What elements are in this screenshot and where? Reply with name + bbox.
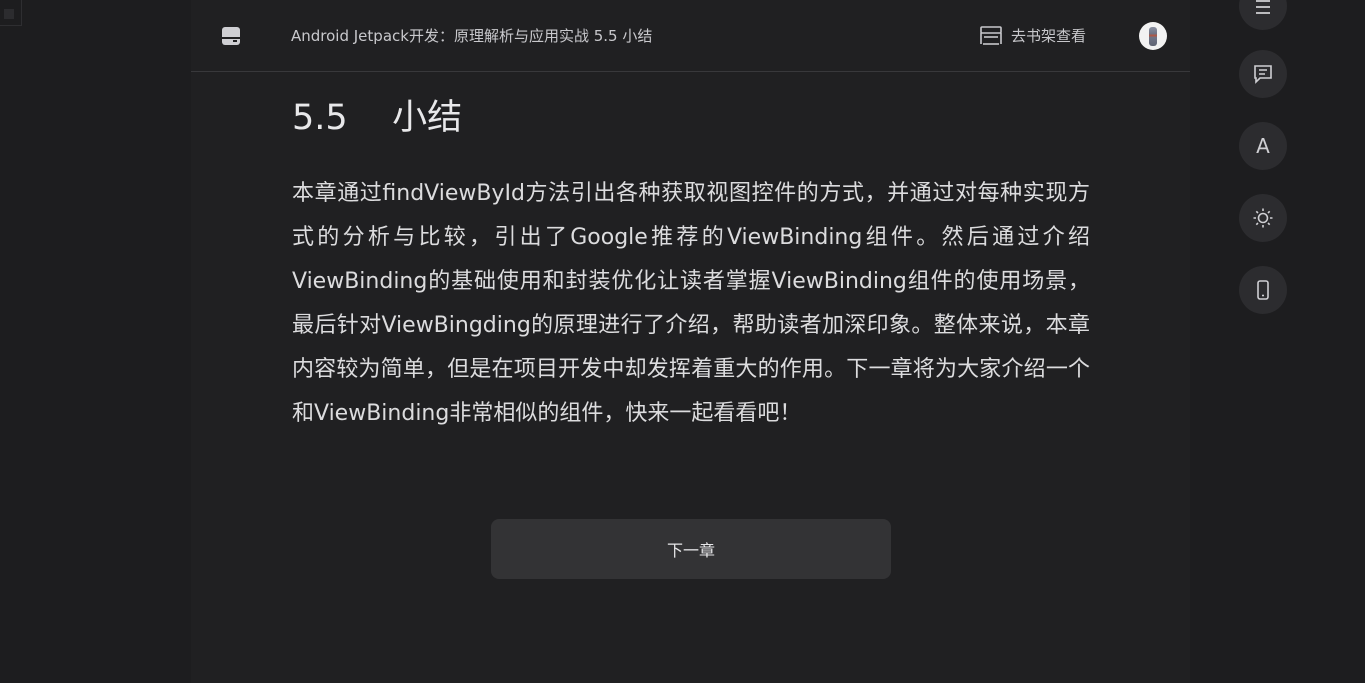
avatar[interactable] xyxy=(1139,22,1167,50)
view-bookshelf-button[interactable]: 去书架查看 xyxy=(979,24,1086,48)
chapter-title: 5.5 小结 xyxy=(292,98,463,138)
font-icon: A xyxy=(1256,134,1270,158)
brightness-button[interactable] xyxy=(1239,194,1287,242)
reader-panel: Android Jetpack开发：原理解析与应用实战 5.5 小结 去书架查看… xyxy=(191,0,1190,683)
book-title: Android Jetpack开发：原理解析与应用实战 5.5 小结 xyxy=(291,27,653,45)
comment-icon xyxy=(1254,65,1272,84)
chapter-body: 本章通过findViewById方法引出各种获取视图控件的方式，并通过对每种实现… xyxy=(292,181,1090,426)
phone-icon xyxy=(1257,280,1269,300)
comment-button[interactable] xyxy=(1239,50,1287,98)
reader-header: Android Jetpack开发：原理解析与应用实战 5.5 小结 去书架查看 xyxy=(191,0,1190,72)
next-chapter-button[interactable]: 下一章 xyxy=(491,519,891,579)
menu-icon xyxy=(1256,0,1270,14)
corner-placeholder-icon xyxy=(0,0,22,26)
brightness-icon xyxy=(1253,208,1273,228)
book-icon[interactable] xyxy=(221,26,241,46)
view-bookshelf-label: 去书架查看 xyxy=(1011,27,1087,45)
bookshelf-icon xyxy=(980,26,1002,45)
font-settings-button[interactable]: A xyxy=(1239,122,1287,170)
menu-button[interactable] xyxy=(1239,0,1287,30)
mobile-read-button[interactable] xyxy=(1239,266,1287,314)
